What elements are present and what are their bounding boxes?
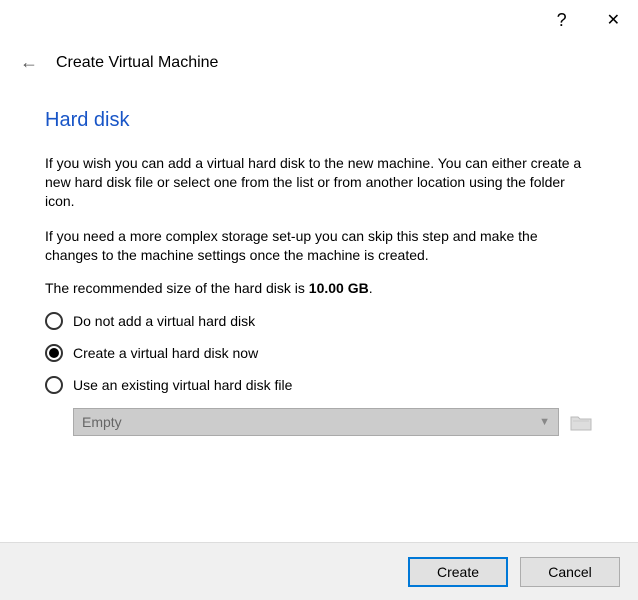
dropdown-value: Empty [82, 414, 122, 430]
footer: Create Cancel [0, 542, 638, 600]
existing-disk-dropdown[interactable]: Empty ▼ [73, 408, 559, 436]
description-para-1: If you wish you can add a virtual hard d… [45, 154, 593, 211]
reco-suffix: . [369, 280, 373, 296]
option-label: Do not add a virtual hard disk [73, 313, 255, 329]
option-label: Use an existing virtual hard disk file [73, 377, 292, 393]
header: ← Create Virtual Machine [0, 40, 638, 91]
cancel-button[interactable]: Cancel [520, 557, 620, 587]
chevron-down-icon: ▼ [539, 416, 550, 428]
option-do-not-add[interactable]: Do not add a virtual hard disk [45, 312, 593, 330]
reco-value: 10.00 GB [309, 280, 369, 296]
folder-icon[interactable] [569, 411, 593, 433]
recommended-size-text: The recommended size of the hard disk is… [45, 280, 593, 296]
hard-disk-options: Do not add a virtual hard disk Create a … [45, 312, 593, 436]
page-title: Create Virtual Machine [56, 54, 218, 72]
radio-icon [45, 344, 63, 362]
reco-prefix: The recommended size of the hard disk is [45, 280, 309, 296]
option-create-now[interactable]: Create a virtual hard disk now [45, 344, 593, 362]
option-use-existing[interactable]: Use an existing virtual hard disk file [45, 376, 593, 394]
radio-icon [45, 312, 63, 330]
titlebar: ? ✕ [0, 0, 638, 40]
content-area: Hard disk If you wish you can add a virt… [0, 91, 638, 542]
help-icon[interactable]: ? [557, 10, 567, 31]
option-label: Create a virtual hard disk now [73, 345, 258, 361]
back-arrow-icon[interactable]: ← [20, 52, 38, 73]
create-button[interactable]: Create [408, 557, 508, 587]
existing-disk-row: Empty ▼ [45, 408, 593, 436]
radio-icon [45, 376, 63, 394]
step-title: Hard disk [45, 109, 593, 132]
close-icon[interactable]: ✕ [607, 10, 620, 30]
wizard-window: ? ✕ ← Create Virtual Machine Hard disk I… [0, 0, 638, 600]
description-para-2: If you need a more complex storage set-u… [45, 227, 593, 265]
